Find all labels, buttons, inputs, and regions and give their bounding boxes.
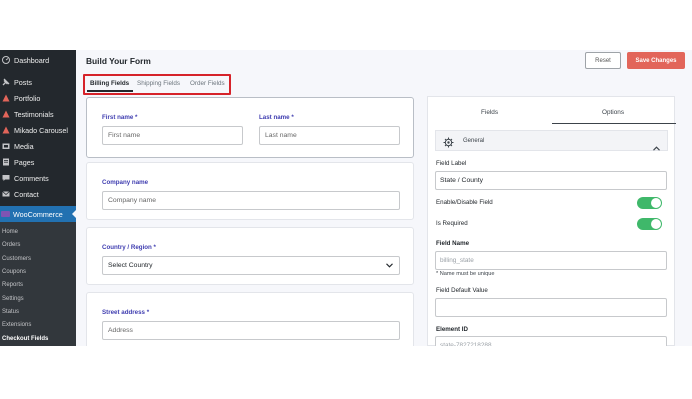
submenu-item-reports[interactable]: Reports <box>2 282 23 288</box>
street-address-label: Street address * <box>102 309 150 316</box>
submenu-item-orders[interactable]: Orders <box>2 242 20 248</box>
is-required-label: Is Required <box>436 220 468 227</box>
is-required-toggle[interactable] <box>637 218 662 230</box>
toggle-knob <box>651 219 661 229</box>
form-card-company[interactable]: Company name Company name <box>86 162 414 220</box>
field-options-panel: Fields Options General Field Label State… <box>427 96 676 346</box>
envelope-icon <box>2 190 10 198</box>
sidebar-item-posts[interactable]: Posts <box>0 74 76 90</box>
general-section-header[interactable]: General <box>435 130 668 151</box>
sidebar-item-label: Contact <box>14 189 39 199</box>
country-region-label: Country / Region * <box>102 244 156 251</box>
country-select[interactable]: Select Country <box>102 256 400 275</box>
street-address-input[interactable]: Address <box>102 321 400 340</box>
submenu-item-checkout-fields[interactable]: Checkout Fields <box>2 336 48 342</box>
enable-disable-label: Enable/Disable Field <box>436 199 493 206</box>
sidebar-item-media[interactable]: Media <box>0 138 76 154</box>
dashboard-icon <box>2 56 10 64</box>
enable-disable-toggle[interactable] <box>637 197 662 209</box>
pin-icon <box>2 78 10 86</box>
save-changes-button[interactable]: Save Changes <box>627 52 685 69</box>
sidebar-item-dashboard[interactable]: Dashboard <box>0 52 76 68</box>
page-title: Build Your Form <box>86 56 151 66</box>
submenu-item-settings[interactable]: Settings <box>2 296 24 302</box>
field-default-value-label: Field Default Value <box>436 287 488 294</box>
chevron-up-icon <box>653 138 660 156</box>
sidebar-item-label: Portfolio <box>14 93 41 103</box>
element-id-label: Element ID <box>436 326 468 333</box>
sidebar-item-label: Testimonials <box>14 109 54 119</box>
comment-icon <box>2 174 10 182</box>
field-name-input[interactable]: billing_state <box>435 251 667 270</box>
sidebar-item-testimonials[interactable]: Testimonials <box>0 106 76 122</box>
tab-fields[interactable]: Fields <box>481 109 498 116</box>
toggle-knob <box>651 198 661 208</box>
form-card-name[interactable]: First name * First name Last name * Last… <box>86 97 414 158</box>
chevron-down-icon <box>386 263 393 270</box>
sidebar-item-label: Media <box>14 141 34 151</box>
first-name-label: First name * <box>102 114 138 121</box>
woocommerce-submenu: Home Orders Customers Coupons Reports Se… <box>0 222 76 346</box>
app-window: Dashboard Posts Portfolio Testimonials M… <box>0 50 692 346</box>
last-name-label: Last name * <box>259 114 294 121</box>
sidebar-item-portfolio[interactable]: Portfolio <box>0 90 76 106</box>
portfolio-icon <box>2 94 10 102</box>
field-label-input[interactable]: State / County <box>435 171 667 190</box>
field-label-label: Field Label <box>436 160 467 167</box>
general-section-label: General <box>463 138 485 144</box>
reset-button[interactable]: Reset <box>585 52 621 69</box>
woocommerce-icon <box>1 211 10 217</box>
sidebar-item-label: Pages <box>14 157 35 167</box>
sidebar-item-label: Comments <box>14 173 49 183</box>
element-id-input[interactable]: state-7827218288 <box>435 336 667 346</box>
last-name-input[interactable]: Last name <box>259 126 400 145</box>
company-name-label: Company name <box>102 179 149 186</box>
sidebar-item-mikado-carousel[interactable]: Mikado Carousel <box>0 122 76 138</box>
admin-sidebar: Dashboard Posts Portfolio Testimonials M… <box>0 50 76 346</box>
active-indicator <box>72 210 76 218</box>
submenu-item-home[interactable]: Home <box>2 229 18 235</box>
tab-shipping-fields[interactable]: Shipping Fields <box>137 80 180 87</box>
media-icon <box>2 142 10 150</box>
country-select-value: Select Country <box>108 262 153 269</box>
page-icon <box>2 158 10 166</box>
tab-order-fields[interactable]: Order Fields <box>190 80 225 87</box>
form-card-country[interactable]: Country / Region * Select Country <box>86 227 414 285</box>
sidebar-item-pages[interactable]: Pages <box>0 154 76 170</box>
active-tab-underline <box>552 123 676 124</box>
submenu-item-customers[interactable]: Customers <box>2 256 31 262</box>
sidebar-item-label: WooCommerce <box>13 209 63 219</box>
sidebar-item-label: Mikado Carousel <box>14 125 68 135</box>
submenu-item-extensions[interactable]: Extensions <box>2 322 31 328</box>
active-tab-underline <box>87 90 133 92</box>
testimonial-icon <box>2 110 10 118</box>
tab-billing-fields[interactable]: Billing Fields <box>90 80 129 87</box>
carousel-icon <box>2 126 10 134</box>
company-name-input[interactable]: Company name <box>102 191 400 210</box>
first-name-input[interactable]: First name <box>102 126 243 145</box>
sidebar-item-label: Dashboard <box>14 55 50 65</box>
gear-icon <box>443 135 454 153</box>
field-default-value-input[interactable] <box>435 298 667 317</box>
form-card-street[interactable]: Street address * Address <box>86 292 414 346</box>
sidebar-item-label: Posts <box>14 77 32 87</box>
field-name-note: * Name must be unique <box>436 271 495 277</box>
submenu-item-status[interactable]: Status <box>2 309 19 315</box>
field-name-label: Field Name <box>436 240 470 247</box>
sidebar-item-comments[interactable]: Comments <box>0 170 76 186</box>
tab-options[interactable]: Options <box>602 109 624 116</box>
submenu-item-coupons[interactable]: Coupons <box>2 269 26 275</box>
sidebar-item-woocommerce[interactable]: WooCommerce <box>0 206 76 222</box>
sidebar-item-contact[interactable]: Contact <box>0 186 76 202</box>
